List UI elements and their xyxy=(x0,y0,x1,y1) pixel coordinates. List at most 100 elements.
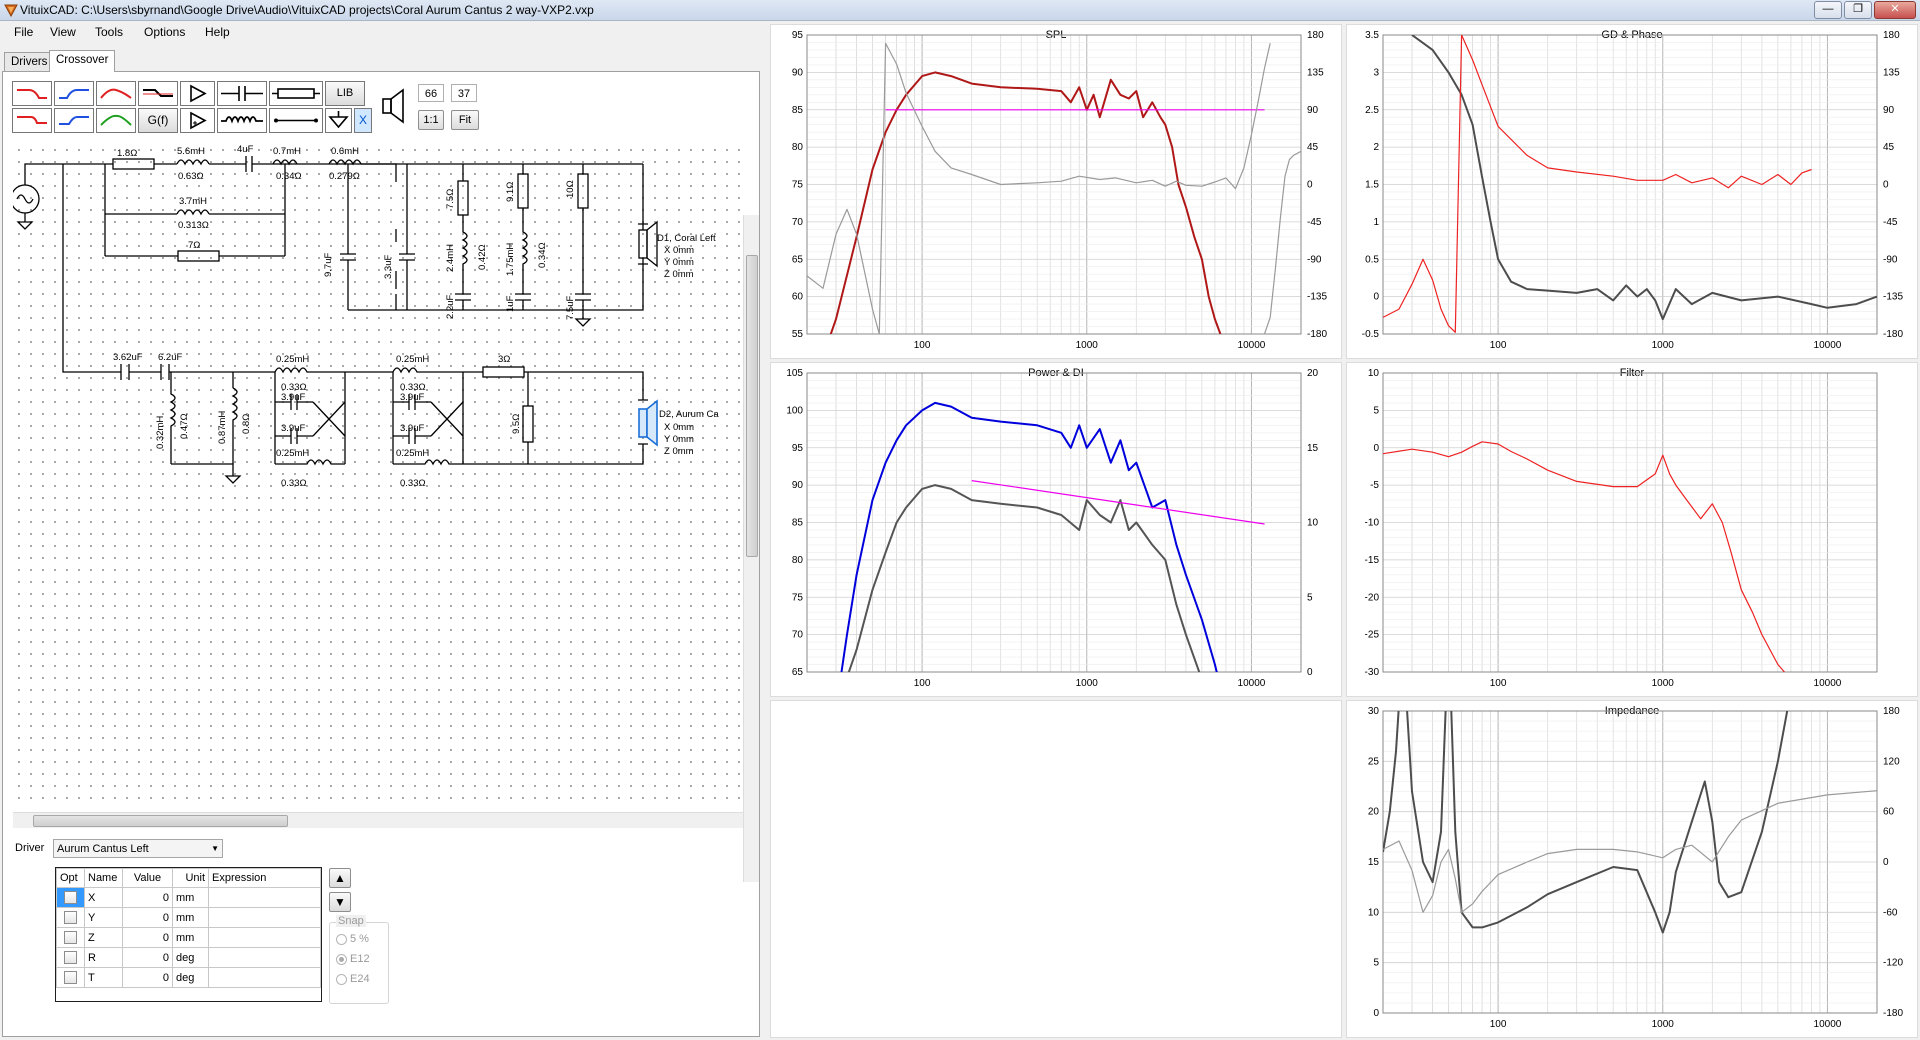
x-tick-label: 100 xyxy=(1490,340,1507,351)
zoom-value-2[interactable]: 37 xyxy=(451,84,477,102)
zoom-fit-button[interactable]: Fit xyxy=(451,110,479,130)
y-tick-label: 15 xyxy=(1368,857,1380,868)
schematic-vertical-scrollbar[interactable] xyxy=(743,215,759,882)
x-tick-label: 1000 xyxy=(1652,1019,1675,1030)
grid xyxy=(806,34,1302,335)
amplifier-button[interactable] xyxy=(180,81,215,106)
param-expression[interactable] xyxy=(208,947,321,968)
y-tick-label: 95 xyxy=(792,30,804,41)
power-di-chart[interactable]: Power & DI 65 70 75 80 85 90 95 100 105 0 5 10 15 20 1… xyxy=(770,362,1342,697)
svg-text:5.6mH: 5.6mH xyxy=(177,146,205,157)
schematic-labels: 1.8Ω 5.6mH 0.63Ω 4uF 0.7mH 0.34Ω 0.6mH 0… xyxy=(113,144,719,489)
lowpass-1st-button[interactable] xyxy=(12,81,52,106)
ground-button[interactable] xyxy=(325,108,352,133)
param-expression[interactable] xyxy=(208,887,321,908)
svg-text:3.9uF: 3.9uF xyxy=(281,423,305,434)
library-button[interactable]: LIB xyxy=(325,81,365,106)
y-tick-label: 90 xyxy=(792,480,804,491)
driver-label: Driver xyxy=(15,842,45,854)
spl-chart-plot: 55 60 65 70 75 80 85 90 95 -180 -135 -90 -45 0 45 90 135… xyxy=(792,30,1328,351)
svg-text:0.33Ω: 0.33Ω xyxy=(281,478,307,489)
capacitor-button[interactable] xyxy=(217,81,267,106)
close-button[interactable]: ✕ xyxy=(1874,1,1916,19)
zoom-value-1[interactable]: 66 xyxy=(418,84,444,102)
menu-bar: File View Tools Options Help xyxy=(0,21,766,41)
minimize-button[interactable]: — xyxy=(1814,1,1842,19)
maximize-button[interactable]: ❐ xyxy=(1844,1,1872,19)
table-row[interactable]: Z 0 mm xyxy=(56,927,321,948)
snap-option-5pct[interactable]: 5 % xyxy=(336,933,369,945)
tab-crossover[interactable]: Crossover xyxy=(49,50,116,72)
speaker-driver-button[interactable] xyxy=(381,86,406,126)
menu-options[interactable]: Options xyxy=(144,25,185,39)
y2-tick-label: 5 xyxy=(1307,592,1313,603)
schematic-horizontal-scrollbar[interactable] xyxy=(13,812,743,828)
menu-help[interactable]: Help xyxy=(205,25,230,39)
y-tick-label: -0.5 xyxy=(1362,329,1380,340)
filter-chart[interactable]: Filter -30 -25 -20 -15 -10 -5 0 5 10 100 1000 10000 xyxy=(1346,362,1918,697)
param-value[interactable]: 0 xyxy=(122,947,173,968)
menu-view[interactable]: View xyxy=(50,25,76,39)
opt-checkbox[interactable] xyxy=(64,951,77,964)
move-up-button[interactable]: ▲ xyxy=(329,868,351,888)
window-title: VituixCAD: C:\Users\sbyrnand\Google Driv… xyxy=(20,3,594,17)
filter-chart-plot: -30 -25 -20 -15 -10 -5 0 5 10 100 1000 10000 xyxy=(1365,368,1878,689)
param-value[interactable]: 0 xyxy=(122,907,173,928)
delete-button[interactable]: X xyxy=(354,108,372,133)
scroll-thumb[interactable] xyxy=(746,255,758,557)
y2-tick-label: -135 xyxy=(1307,292,1327,303)
move-down-button[interactable]: ▼ xyxy=(329,892,351,912)
menu-file[interactable]: File xyxy=(14,25,33,39)
scroll-thumb[interactable] xyxy=(33,815,288,827)
spl-chart[interactable]: SPL 55 60 65 70 75 80 85 90 95 -180 -135 -90 -45 0 45 9… xyxy=(770,24,1342,359)
schematic-canvas[interactable]: 1.8Ω 5.6mH 0.63Ω 4uF 0.7mH 0.34Ω 0.6mH 0… xyxy=(13,144,748,807)
opt-checkbox[interactable] xyxy=(64,891,77,904)
buffer-amplifier-button[interactable] xyxy=(180,108,215,133)
impedance-chart-plot: 0 5 10 15 20 25 30 -180 -120 -60 0 60 120 180 100 1000 1… xyxy=(1368,706,1904,1030)
highpass-1st-button[interactable] xyxy=(54,81,94,106)
y-tick-label: 1.5 xyxy=(1365,180,1379,191)
series-line xyxy=(807,42,1271,334)
shelf-button[interactable] xyxy=(138,81,178,106)
wire-button[interactable] xyxy=(269,108,323,133)
table-row[interactable]: R 0 deg xyxy=(56,947,321,968)
param-expression[interactable] xyxy=(208,927,321,948)
driver-select[interactable]: Aurum Cantus Left ▼ xyxy=(53,839,223,858)
table-row[interactable]: Y 0 mm xyxy=(56,907,321,928)
col-opt: Opt xyxy=(56,868,85,888)
impedance-chart[interactable]: Impedance 0 5 10 15 20 25 30 -180 -120 -60 0 60 120 1… xyxy=(1346,700,1918,1038)
opt-checkbox[interactable] xyxy=(64,911,77,924)
param-value[interactable]: 0 xyxy=(122,967,173,988)
y2-tick-label: -180 xyxy=(1883,1008,1903,1019)
svg-text:9.5Ω: 9.5Ω xyxy=(511,414,522,434)
y-tick-label: 0 xyxy=(1373,1008,1379,1019)
inductor-button[interactable] xyxy=(217,108,267,133)
notch-button[interactable] xyxy=(96,108,136,133)
opt-checkbox[interactable] xyxy=(64,931,77,944)
snap-option-e12[interactable]: E12 xyxy=(336,953,370,965)
gd-phase-chart[interactable]: GD & Phase -0.5 0 0.5 1 1.5 2 2.5 3 3.5 -180 -135-… xyxy=(1346,24,1918,359)
resistor-button[interactable] xyxy=(269,81,323,106)
param-value[interactable]: 0 xyxy=(122,927,173,948)
table-row[interactable]: T 0 deg xyxy=(56,967,321,988)
menu-tools[interactable]: Tools xyxy=(95,25,123,39)
opt-checkbox[interactable] xyxy=(64,971,77,984)
param-value[interactable]: 0 xyxy=(122,887,173,908)
y-tick-label: 2.5 xyxy=(1365,105,1379,116)
table-row[interactable]: X 0 mm xyxy=(56,887,321,908)
transfer-function-button[interactable]: G(f) xyxy=(138,108,178,133)
svg-text:6.2uF: 6.2uF xyxy=(158,352,182,363)
snap-option-e24[interactable]: E24 xyxy=(336,973,370,985)
lowpass-2nd-button[interactable] xyxy=(12,108,52,133)
param-expression[interactable] xyxy=(208,967,321,988)
highpass-2nd-button[interactable] xyxy=(54,108,94,133)
svg-text:D2, Aurum Ca: D2, Aurum Ca xyxy=(659,409,719,420)
y2-tick-label: -60 xyxy=(1883,907,1898,918)
param-expression[interactable] xyxy=(208,907,321,928)
zoom-1to1-button[interactable]: 1:1 xyxy=(418,110,444,130)
svg-text:2.4mH: 2.4mH xyxy=(445,244,456,272)
svg-text:10Ω: 10Ω xyxy=(565,180,576,198)
bandpass-button[interactable] xyxy=(96,81,136,106)
tab-drivers[interactable]: Drivers xyxy=(4,52,55,71)
svg-text:3.9uF: 3.9uF xyxy=(400,423,424,434)
